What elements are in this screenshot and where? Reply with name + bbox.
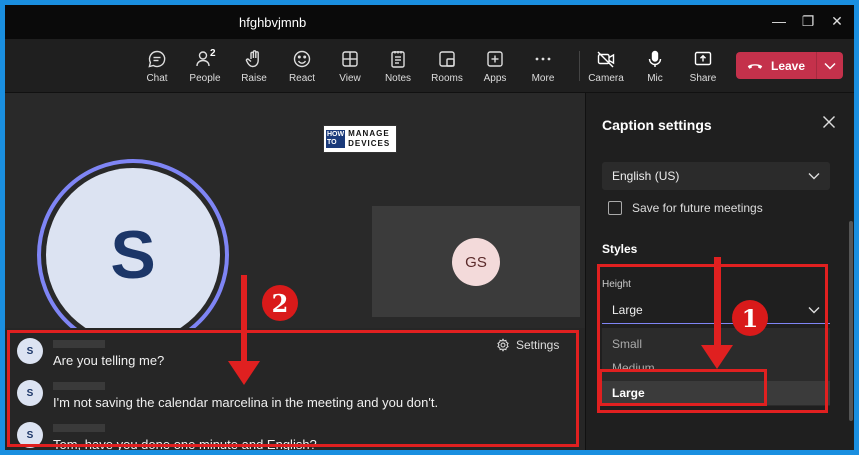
camera-button[interactable]: Camera	[584, 49, 628, 84]
logo-how-to: HOW TO	[326, 130, 346, 148]
annotation-badge-2: 2	[262, 285, 298, 321]
how-to-manage-devices-logo: HOW TO MANAGE DEVICES	[323, 125, 397, 153]
more-label: More	[531, 73, 555, 84]
leave-options-button[interactable]	[817, 62, 843, 70]
annotation-badge-1: 1	[732, 300, 768, 336]
live-captions-panel: Settings S Are you telling me? S I'm not…	[5, 328, 585, 450]
caption-language-select[interactable]: English (US)	[602, 162, 830, 190]
close-window-button[interactable]: ✕	[829, 13, 845, 29]
grid-view-icon	[342, 51, 358, 67]
mic-button[interactable]: Mic	[633, 49, 677, 84]
hang-up-icon	[747, 63, 763, 69]
apps-label: Apps	[483, 73, 507, 84]
chat-button[interactable]: Chat	[135, 49, 179, 84]
share-label: Share	[689, 73, 717, 84]
minimize-button[interactable]: —	[771, 13, 787, 29]
caption-speaker-avatar: S	[17, 422, 43, 448]
meeting-title: hfghbvjmnb	[239, 15, 307, 30]
speaker-avatar[interactable]: S	[37, 159, 229, 351]
caption-text: Tom, have you done one minute and Englis…	[53, 437, 317, 450]
height-label: Height	[602, 279, 631, 290]
raise-hand-button[interactable]: Raise	[232, 49, 276, 84]
notes-label: Notes	[384, 73, 412, 84]
leave-main[interactable]: Leave	[736, 52, 816, 79]
teams-meeting-window: hfghbvjmnb — ❐ ✕ Chat 2 People Raise Rea…	[5, 5, 854, 450]
chat-label: Chat	[146, 73, 168, 84]
plus-box-icon	[487, 51, 503, 67]
logo-manage-devices: MANAGE DEVICES	[348, 129, 391, 148]
camera-off-icon	[597, 51, 615, 68]
mic-label: Mic	[647, 73, 663, 84]
save-for-future-label: Save for future meetings	[632, 201, 763, 215]
panel-title: Caption settings	[602, 117, 712, 133]
ellipsis-icon	[535, 57, 551, 61]
leave-button[interactable]: Leave	[736, 52, 843, 79]
meeting-stage: S HOW TO MANAGE DEVICES GS Settings S Ar…	[5, 93, 585, 450]
apps-button[interactable]: Apps	[473, 49, 517, 84]
annotation-arrow-1-head	[701, 345, 733, 369]
caption-text: Are you telling me?	[53, 353, 165, 368]
view-button[interactable]: View	[328, 49, 372, 84]
caption-settings-button[interactable]: Settings	[496, 338, 559, 352]
caption-speaker-name-redacted	[53, 340, 105, 348]
more-button[interactable]: More	[521, 49, 565, 84]
react-label: React	[288, 73, 316, 84]
participant-tile[interactable]: GS	[372, 206, 580, 317]
caption-speaker-name-redacted	[53, 424, 105, 432]
camera-label: Camera	[588, 73, 624, 84]
save-for-future-checkbox[interactable]: Save for future meetings	[608, 201, 763, 215]
panel-scrollbar[interactable]	[849, 221, 853, 421]
title-bar: hfghbvjmnb — ❐ ✕	[5, 5, 854, 39]
height-select-value: Large	[612, 302, 643, 317]
people-count-badge: 2	[210, 48, 216, 59]
height-option-large[interactable]: Large	[602, 381, 830, 405]
hand-icon	[245, 50, 259, 68]
view-label: View	[339, 73, 361, 84]
people-label: People	[189, 73, 221, 84]
raise-label: Raise	[241, 73, 267, 84]
caption-text: I'm not saving the calendar marcelina in…	[53, 395, 439, 410]
caption-settings-label: Settings	[516, 338, 560, 352]
chevron-down-icon	[808, 173, 820, 180]
checkbox-box[interactable]	[608, 201, 622, 215]
microphone-icon	[648, 50, 662, 67]
annotation-arrow-2-head	[228, 361, 260, 385]
notes-icon	[391, 51, 405, 68]
rooms-icon	[439, 51, 455, 67]
leave-label: Leave	[770, 58, 806, 73]
gear-icon	[497, 338, 509, 352]
caption-line: S Are you telling me?	[17, 338, 164, 368]
share-button[interactable]: Share	[681, 49, 725, 84]
chevron-down-icon	[824, 62, 836, 70]
annotation-arrow-1-shaft	[714, 257, 721, 349]
smiley-icon	[293, 50, 311, 68]
styles-heading: Styles	[602, 242, 638, 256]
toolbar-divider	[579, 51, 580, 81]
share-screen-icon	[694, 51, 712, 66]
restore-button[interactable]: ❐	[800, 13, 816, 29]
caption-speaker-avatar: S	[17, 338, 43, 364]
rooms-label: Rooms	[431, 73, 463, 84]
chat-icon	[148, 50, 166, 68]
annotation-arrow-2-shaft	[241, 275, 247, 365]
meeting-toolbar: Chat 2 People Raise React View Notes Roo…	[5, 39, 854, 93]
people-button[interactable]: 2 People	[183, 48, 227, 84]
caption-speaker-avatar: S	[17, 380, 43, 406]
participant-avatar: GS	[452, 238, 500, 286]
caption-line: S Tom, have you done one minute and Engl…	[17, 422, 317, 450]
caption-speaker-name-redacted	[53, 382, 105, 390]
caption-language-value: English (US)	[612, 169, 680, 183]
chevron-down-icon	[808, 306, 820, 313]
notes-button[interactable]: Notes	[376, 49, 420, 84]
close-icon[interactable]	[822, 115, 836, 129]
rooms-button[interactable]: Rooms	[425, 49, 469, 84]
speaker-avatar-initial: S	[46, 168, 220, 342]
react-button[interactable]: React	[280, 49, 324, 84]
